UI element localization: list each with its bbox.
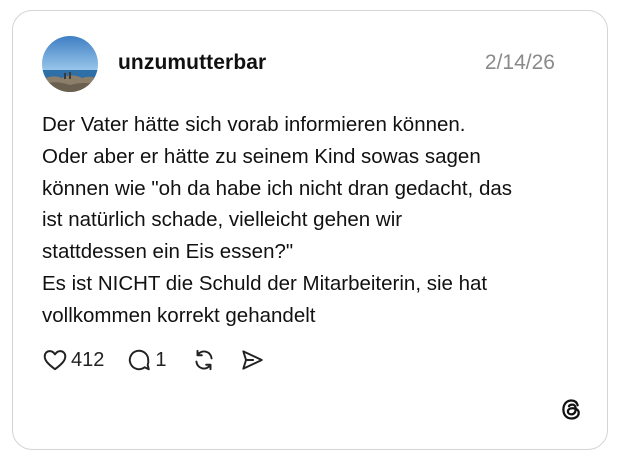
- reply-button[interactable]: 1: [126, 347, 167, 373]
- post-text: Der Vater hätte sich vorab informieren k…: [42, 109, 582, 332]
- send-icon: [241, 350, 263, 370]
- threads-logo-icon: [558, 396, 585, 423]
- avatar[interactable]: [42, 36, 98, 92]
- avatar-image: [42, 36, 98, 92]
- post-text-line: vollkommen korrekt gehandelt: [42, 303, 316, 327]
- heart-icon: [43, 350, 67, 371]
- like-button[interactable]: 412: [42, 347, 104, 373]
- post-text-line: Es ist NICHT die Schuld der Mitarbeiteri…: [42, 271, 488, 295]
- post-text-line: ist natürlich schade, vielleicht gehen w…: [42, 208, 403, 232]
- share-button[interactable]: [239, 347, 265, 373]
- repost-icon: [194, 349, 213, 371]
- speech-bubble-icon: [129, 349, 151, 371]
- reply-count: 1: [155, 348, 167, 371]
- username[interactable]: unzumutterbar: [118, 51, 266, 75]
- post-card: unzumutterbar 2/14/26 Der Vater hätte si…: [12, 10, 608, 450]
- repost-button[interactable]: [191, 347, 217, 373]
- like-count: 412: [71, 348, 105, 371]
- post-text-line: stattdessen ein Eis essen?": [42, 240, 294, 264]
- post-text-line: Der Vater hätte sich vorab informieren k…: [42, 113, 466, 136]
- post-text-line: können wie "oh da habe ich nicht dran ge…: [42, 176, 512, 200]
- post-text-line: Oder aber er hätte zu seinem Kind sowas …: [42, 144, 481, 168]
- action-bar: 412 1: [42, 345, 265, 375]
- post-date: 2/14/26: [484, 51, 555, 74]
